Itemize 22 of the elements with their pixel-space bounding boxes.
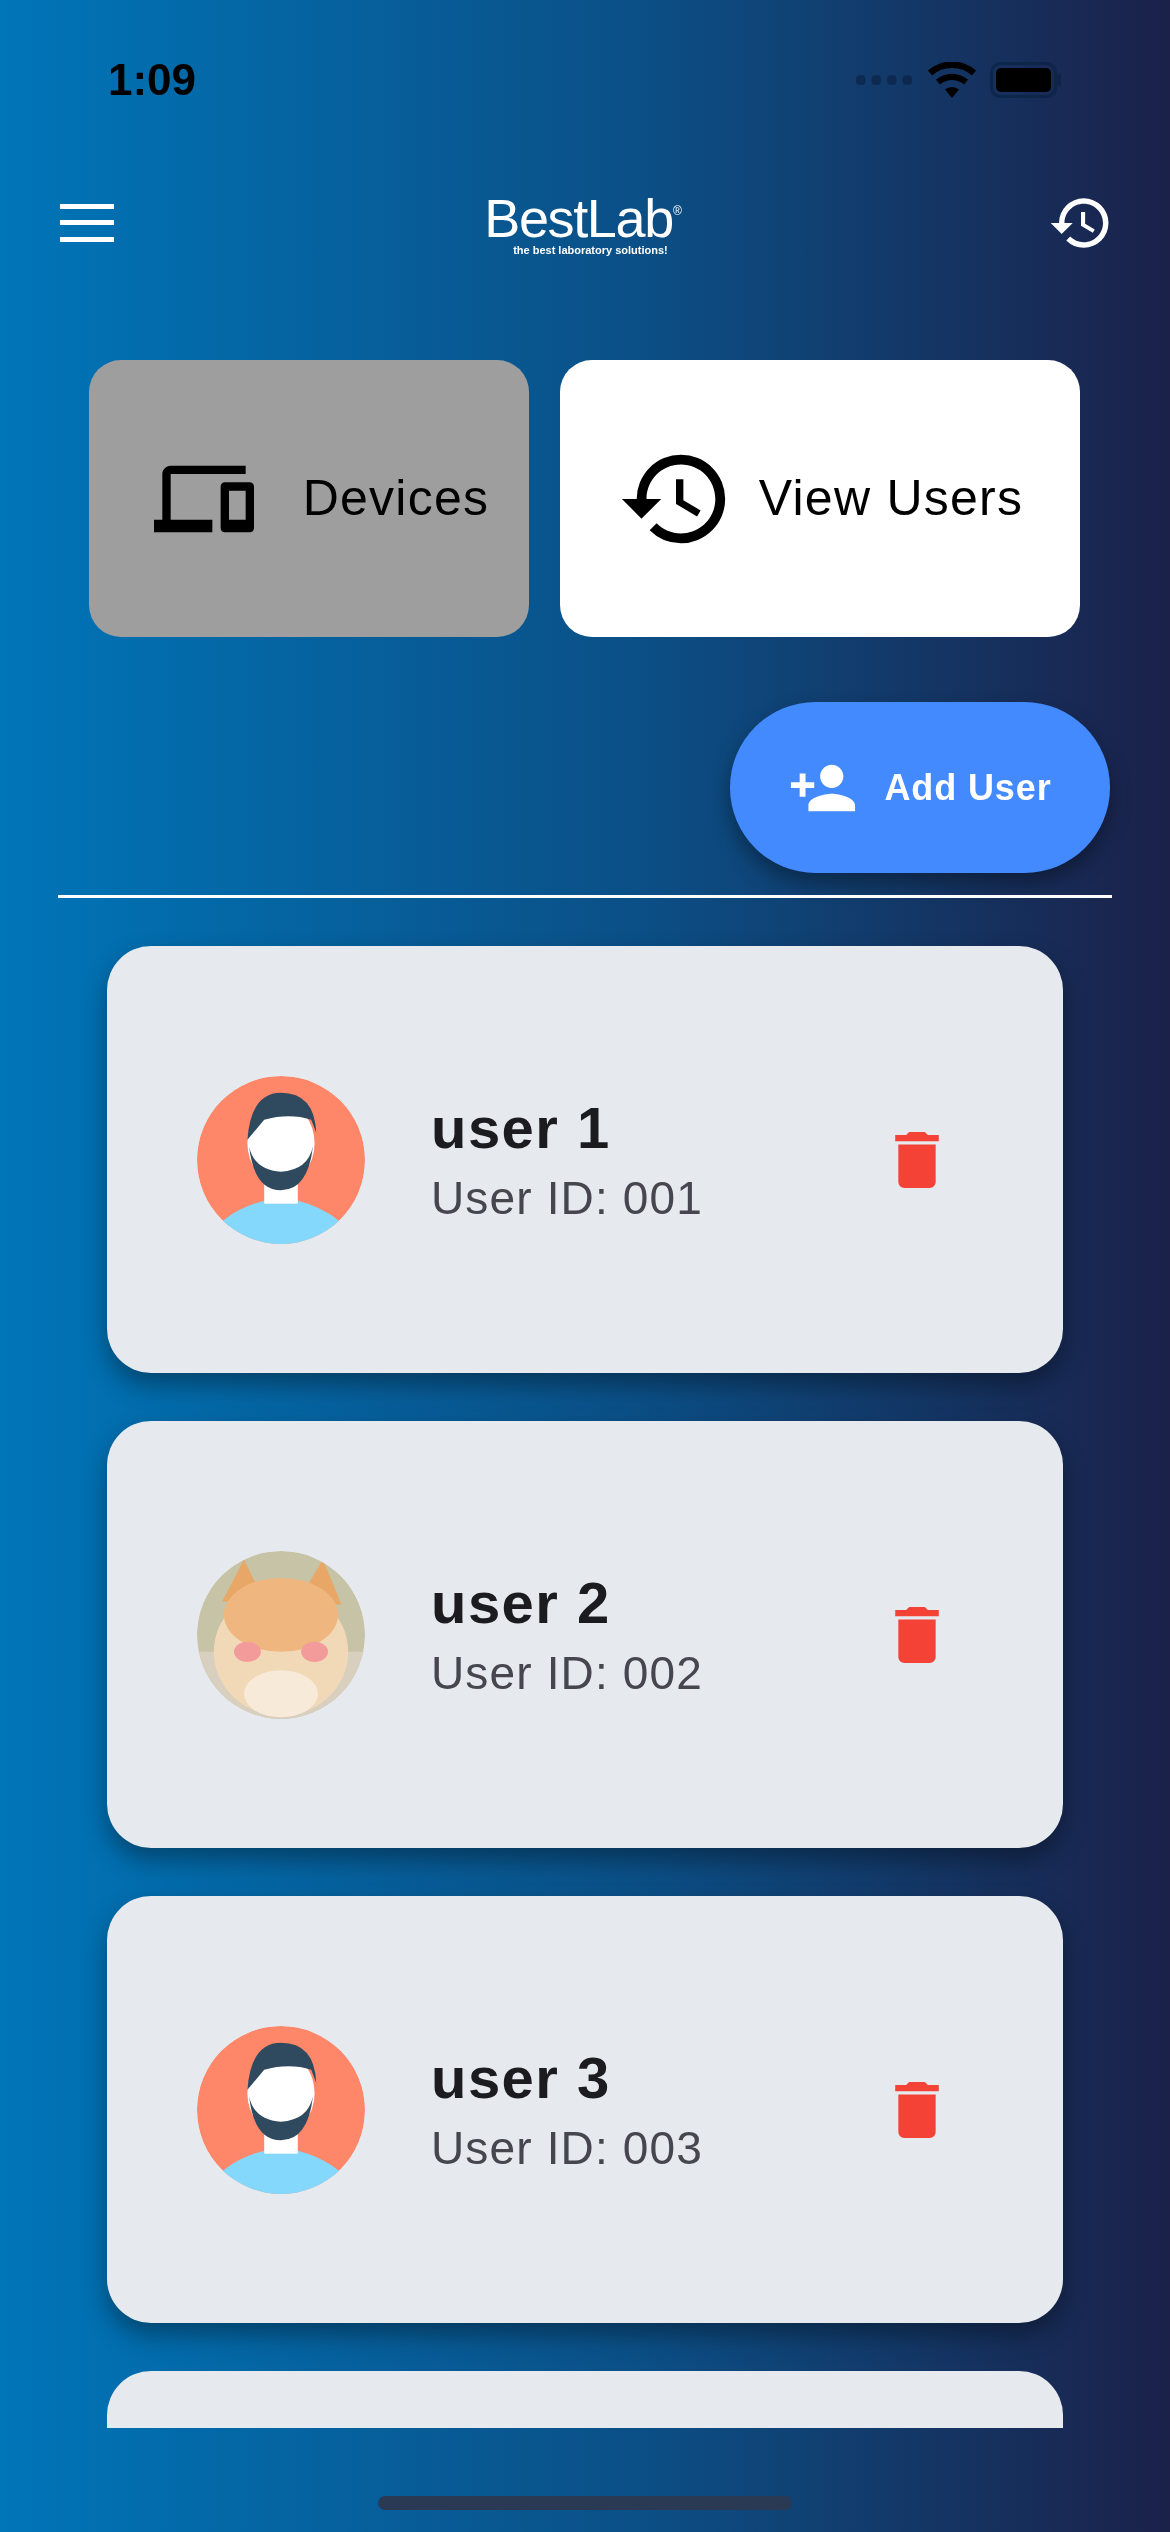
- wifi-icon: [928, 62, 976, 98]
- user-card[interactable]: user 1 User ID: 001: [107, 946, 1063, 1373]
- user-name: user 1: [431, 1098, 612, 1157]
- tab[interactable]: View Users: [560, 360, 1080, 637]
- user-id: User ID: 002: [431, 1649, 704, 1696]
- user-card[interactable]: user 2 User ID: 002: [107, 1421, 1063, 1848]
- registered-mark: ®: [672, 204, 682, 217]
- signal-icon: [856, 73, 914, 87]
- logo-wordmark: BestLab: [484, 190, 673, 245]
- user-id: User ID: 001: [431, 1174, 704, 1221]
- user-name: user 2: [431, 1573, 612, 1632]
- user-id: User ID: 003: [431, 2124, 704, 2171]
- trash-icon: [895, 2081, 939, 2138]
- user-name: user 3: [431, 2048, 612, 2107]
- user-card[interactable]: user 3 User ID: 003: [107, 1896, 1063, 2323]
- logo-tagline: the best laboratory solutions!: [513, 244, 668, 256]
- trash-icon: [895, 1606, 939, 1663]
- battery-icon: [990, 62, 1062, 98]
- tab[interactable]: Devices: [89, 360, 529, 637]
- menu-icon: [60, 204, 114, 242]
- trash-icon: [895, 1131, 939, 1188]
- status-time: 1:09: [108, 54, 197, 106]
